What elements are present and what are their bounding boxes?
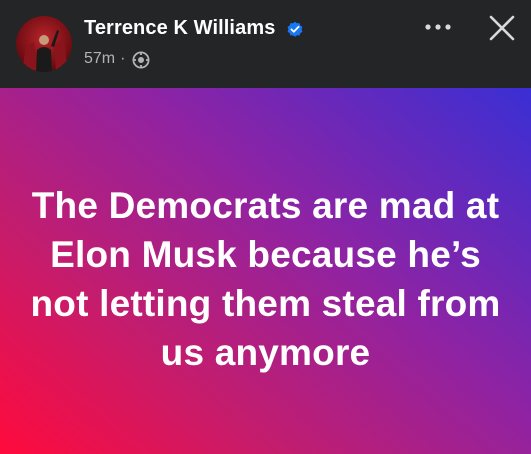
post-text: The Democrats are mad at Elon Musk becau… — [30, 185, 501, 373]
globe-icon[interactable] — [132, 51, 150, 69]
author-name[interactable]: Terrence K Williams — [84, 17, 275, 40]
avatar[interactable] — [16, 16, 72, 72]
more-options-icon[interactable] — [420, 15, 456, 39]
close-icon[interactable] — [487, 13, 517, 43]
meta-separator: · — [120, 50, 126, 67]
verified-badge-icon — [287, 21, 303, 37]
post-meta: 57m · — [84, 50, 130, 68]
post-header: Terrence K Williams 57m · — [0, 0, 531, 88]
avatar-image — [22, 30, 68, 72]
post-time[interactable]: 57m — [84, 50, 115, 67]
